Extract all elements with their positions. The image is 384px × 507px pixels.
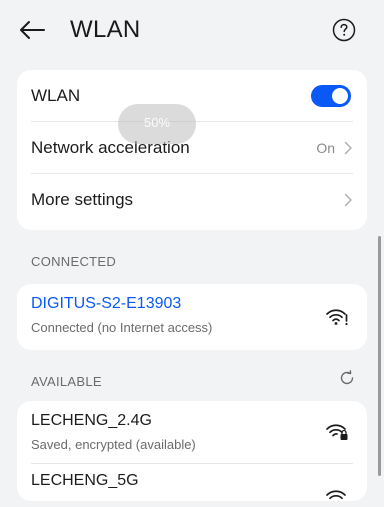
wifi-no-internet-icon[interactable] — [325, 306, 349, 326]
more-settings-label: More settings — [31, 190, 134, 209]
refresh-icon[interactable] — [339, 370, 355, 386]
connected-network-status: Connected (no Internet access) — [31, 320, 213, 335]
progress-percent-text: 50% — [143, 115, 171, 130]
network-name: LECHENG_2.4G — [31, 412, 152, 429]
wifi-locked-icon[interactable] — [325, 421, 349, 441]
available-networks-card: LECHENG_2.4G Saved, encrypted (available… — [17, 401, 367, 501]
network-status: Saved, encrypted (available) — [31, 437, 196, 452]
progress-percent-overlay: 50% — [118, 104, 196, 144]
wlan-settings-card: WLAN Network acceleration On More settin… — [17, 70, 367, 230]
toggle-knob — [332, 88, 348, 104]
scrollbar[interactable] — [378, 236, 381, 476]
connected-network-name: DIGITUS-S2-E13903 — [31, 295, 182, 312]
arrow-left-icon[interactable] — [18, 20, 46, 40]
wlan-label: WLAN — [31, 86, 81, 105]
app-header: WLAN — [0, 0, 384, 60]
available-section-label: AVAILABLE — [31, 374, 102, 389]
divider — [31, 463, 353, 464]
page-title: WLAN — [70, 16, 141, 43]
chevron-right-icon — [344, 141, 352, 155]
connected-network-card[interactable]: DIGITUS-S2-E13903 Connected (no Internet… — [17, 284, 367, 350]
connected-section-label: CONNECTED — [31, 254, 117, 269]
more-settings-row[interactable]: More settings — [31, 174, 353, 226]
wifi-icon[interactable] — [325, 487, 349, 507]
chevron-right-icon — [344, 193, 352, 207]
question-circle-icon[interactable] — [332, 18, 356, 42]
network-acceleration-value: On — [316, 140, 335, 156]
wlan-toggle[interactable] — [311, 85, 351, 107]
network-name: LECHENG_5G — [31, 472, 139, 489]
